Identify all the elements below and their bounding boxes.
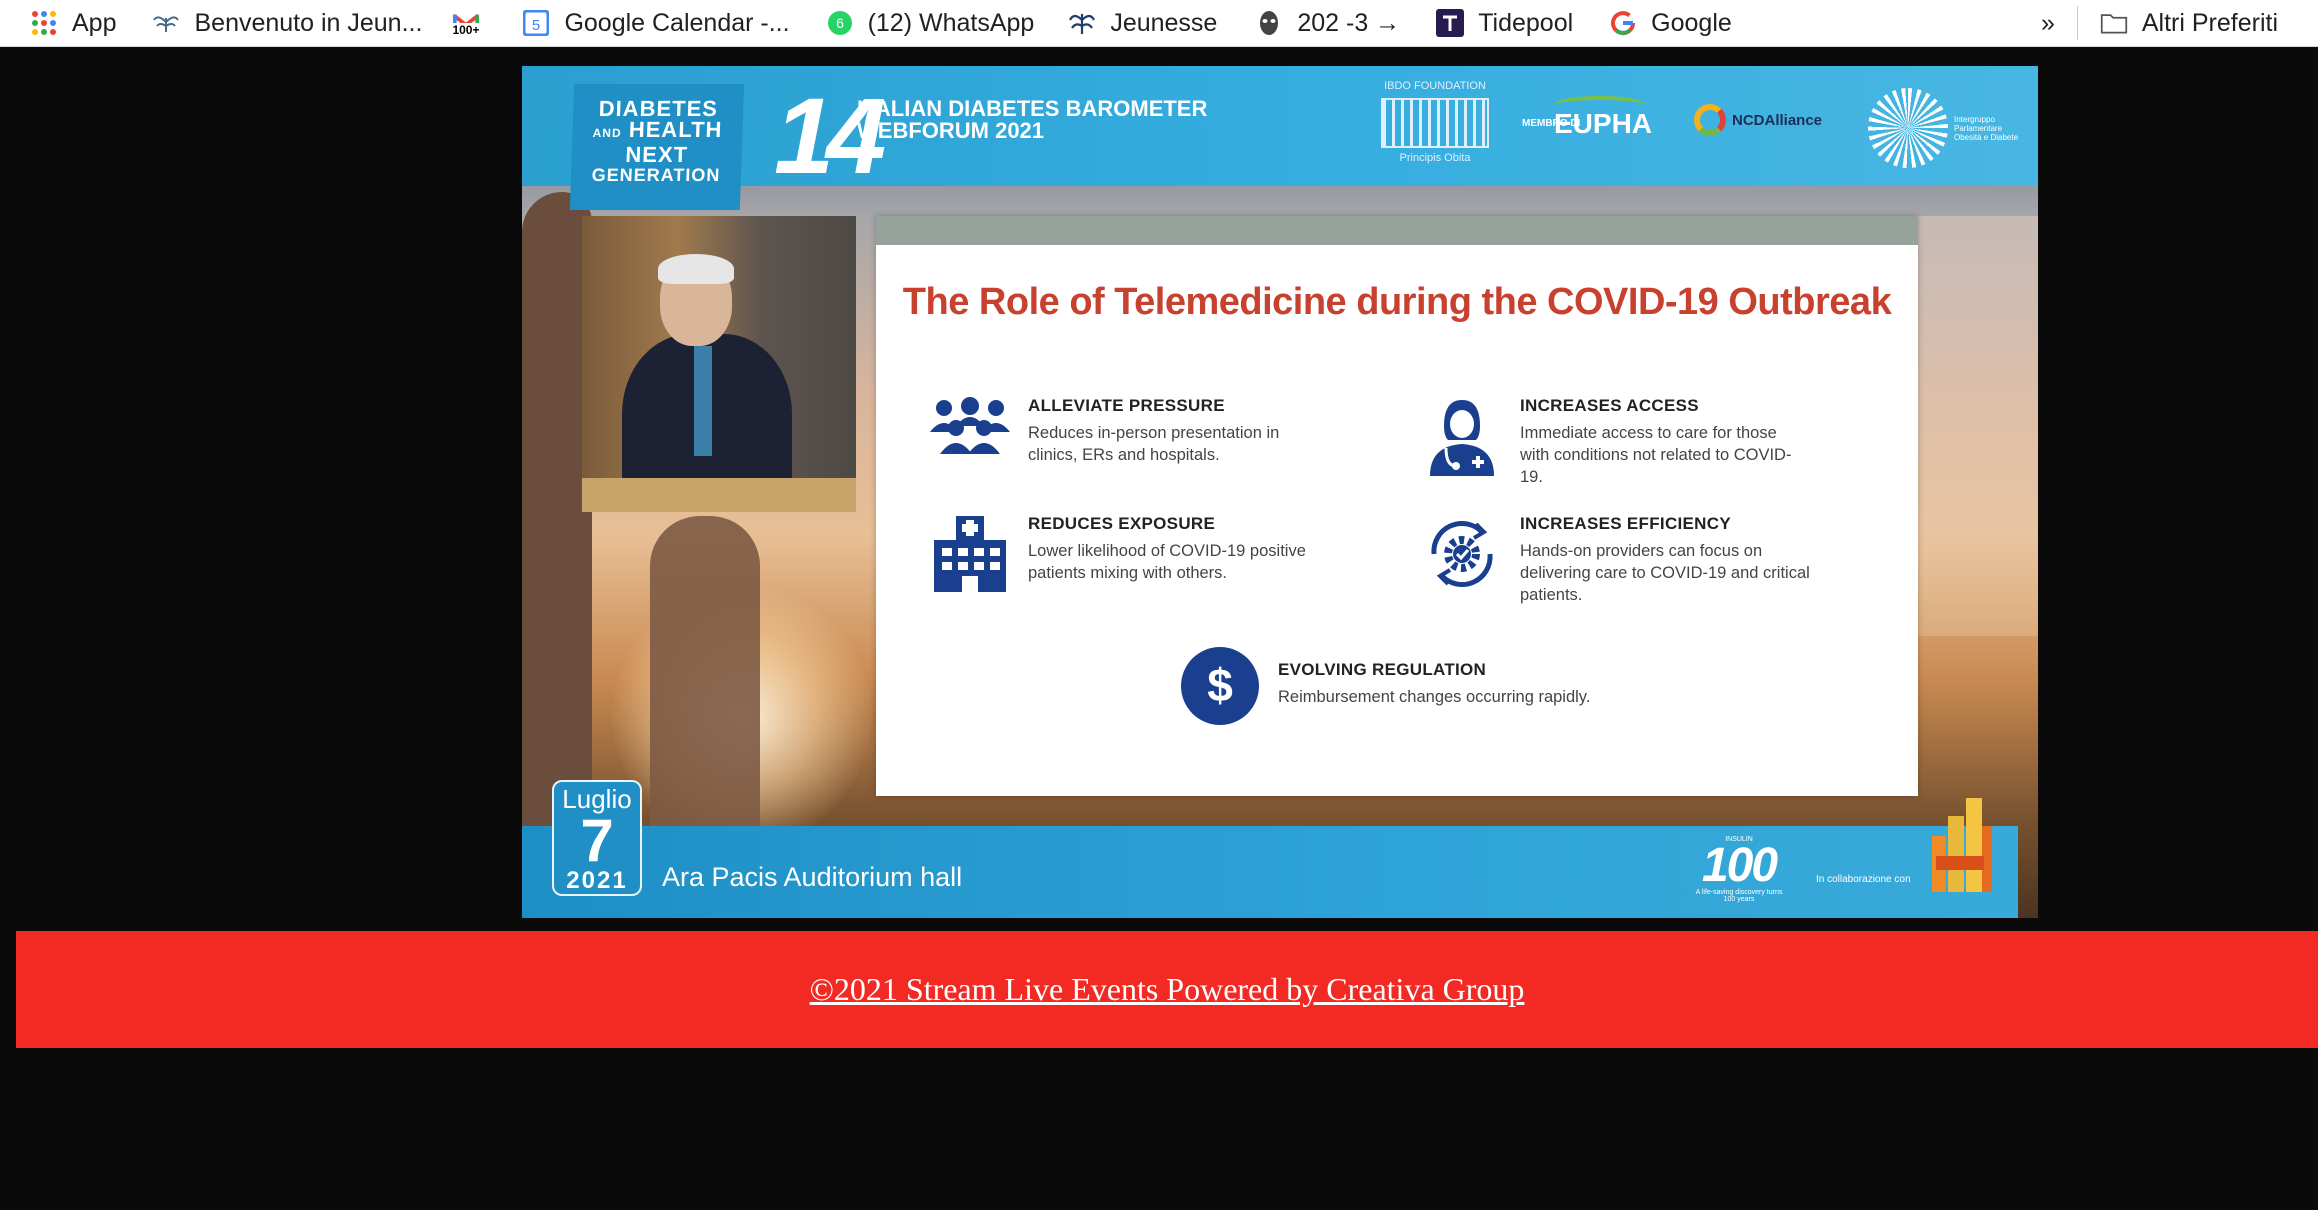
bookmark-label: Tidepool [1478,8,1574,37]
svg-text:$: $ [1207,659,1233,711]
logo-line: GENERATION [591,165,721,185]
creativa-group-link[interactable]: ©2021 Stream Live Events Powered by Crea… [810,971,1525,1008]
item-heading: ALLEVIATE PRESSURE [1028,396,1225,415]
jeunesse-icon [152,9,180,37]
bookmark-label: Google [1651,8,1732,37]
folder-icon [2100,9,2128,37]
insulin-100-logo: INSULIN 100 A life-saving discovery turn… [1694,836,1784,903]
google-icon [1609,9,1637,37]
bookmark-google-calendar[interactable]: 5 Google Calendar -... [522,0,790,47]
dollar-icon: $ [1176,646,1264,726]
item-heading: INCREASES EFFICIENCY [1520,514,1731,533]
item-description: Hands-on providers can focus on deliveri… [1520,542,1810,604]
item-description: Reimbursement changes occurring rapidly. [1278,688,1591,706]
doctor-icon [1418,396,1506,476]
intergruppo-logo: Intergruppo Parlamentare Obesità e Diabe… [1868,88,2028,168]
slide-item-increases-efficiency: INCREASES EFFICIENCY Hands-on providers … [1418,514,1810,606]
bookmark-label: (12) WhatsApp [867,8,1035,37]
slide-item-reduces-exposure: REDUCES EXPOSURE Lower likelihood of COV… [926,514,1318,594]
jeunesse-icon [1068,9,1096,37]
logo-line: NEXT [624,142,689,167]
slide-item-alleviate-pressure: ALLEVIATE PRESSURE Reduces in-person pre… [926,396,1318,476]
item-description: Immediate access to care for those with … [1520,424,1792,486]
building-icon [1381,98,1489,148]
slide-header-bar [876,216,1918,245]
event-location: Ara Pacis Auditorium hall [662,862,963,892]
efficiency-gear-icon [1418,514,1506,594]
bookmark-label: Altri Preferiti [2141,8,2278,37]
footer-bar: ©2021 Stream Live Events Powered by Crea… [16,931,2318,1048]
slide-item-evolving-regulation: $ EVOLVING REGULATION Reimbursement chan… [1176,646,1638,726]
bookmark-jeunesse[interactable]: Jeunesse [1068,0,1217,47]
bookmark-label: Google Calendar -... [564,8,790,37]
bookmark-google[interactable]: Google [1609,0,1732,47]
ncd-alliance-logo: NCDAlliance [1694,104,1822,136]
apps-grid-icon [30,9,58,37]
mask-icon [1255,9,1283,37]
logo-line-small: AND [592,126,622,140]
amd-castle-logo [1928,796,1992,892]
slide-title: The Role of Telemedicine during the COVI… [902,281,1892,323]
collaboration-label: In collaborazione con [1816,874,1911,885]
intergruppo-fan-icon [1868,88,1948,168]
eupha-logo: EUPHA [1554,96,1652,140]
bookmark-label: Benvenuto in Jeun... [194,8,423,37]
insulin-number: 100 [1701,839,1778,892]
intergruppo-text: Intergruppo Parlamentare Obesità e Diabe… [1954,114,2019,142]
bookmarks-divider [2076,6,2078,40]
item-heading: REDUCES EXPOSURE [1028,514,1216,533]
item-heading: INCREASES ACCESS [1520,396,1699,415]
forum-title-line: ITALIAN DIABETES BAROMETER [857,96,1208,121]
gmail-badge: 100+ [452,23,480,37]
people-group-icon [926,396,1014,476]
bookmark-gmail[interactable]: 100+ [452,0,494,47]
whatsapp-badge: 6 [836,15,844,31]
item-description: Lower likelihood of COVID-19 positive pa… [1028,542,1306,582]
date-day: 7 [580,807,614,874]
speaker-tie [694,346,712,456]
gmail-icon: 100+ [452,9,480,37]
item-description: Reduces in-person presentation in clinic… [1028,424,1280,464]
hospital-icon [926,514,1014,594]
podium [582,478,856,512]
speaker-camera-feed [582,216,856,512]
ibdo-title: IBDO FOUNDATION [1384,80,1486,92]
bookmark-label: 202 -3 → [1297,8,1401,37]
bookmarks-bar: App Benvenuto in Jeun... 100+ 5 Google C… [0,0,2318,47]
item-heading: EVOLVING REGULATION [1278,660,1487,679]
date-year: 2021 [566,867,628,894]
speaker-hair [658,254,734,284]
ncd-ring-icon [1694,104,1726,136]
presentation-slide: The Role of Telemedicine during the COVI… [876,216,1918,796]
slide-item-increases-access: INCREASES ACCESS Immediate access to car… [1418,396,1810,488]
whatsapp-icon: 6 [826,9,854,37]
tidepool-icon [1436,9,1465,37]
bookmarks-overflow-button[interactable]: » [2041,0,2055,47]
bookmark-app[interactable]: App [30,0,116,47]
logo-line: HEALTH [628,117,723,142]
bookmark-202[interactable]: 202 -3 → [1255,0,1400,47]
forum-title: ITALIAN DIABETES BAROMETER WEBFORUM 2021 [857,98,1207,142]
bookmark-tidepool[interactable]: Tidepool [1436,0,1573,47]
video-player[interactable]: DIABETES AND HEALTH NEXT GENERATION 14 I… [522,66,2038,918]
calendar-badge: 5 [532,17,540,34]
forum-title-line: WEBFORUM 2021 [857,118,1045,143]
logo-line: DIABETES [598,96,719,121]
event-date-badge: Luglio 7 2021 [552,780,642,896]
ncd-text: NCDAlliance [1732,111,1823,129]
google-calendar-icon: 5 [522,9,550,37]
ibdo-foundation-logo: IBDO FOUNDATION Principis Obita [1360,80,1510,180]
bookmark-other-bookmarks[interactable]: Altri Preferiti [2100,0,2278,47]
eupha-arc-icon [1554,96,1646,114]
bookmark-label: Jeunesse [1110,8,1218,37]
bookmark-label: App [72,8,117,37]
chevron-double-right-icon: » [2040,8,2055,37]
bookmark-whatsapp[interactable]: 6 (12) WhatsApp [826,0,1035,47]
insulin-tagline: A life-saving discovery turns 100 years [1695,889,1783,903]
diabetes-next-generation-logo: DIABETES AND HEALTH NEXT GENERATION [569,84,745,210]
ibdo-subtitle: Principis Obita [1399,152,1471,164]
bookmark-benvenuto-jeunesse[interactable]: Benvenuto in Jeun... [152,0,422,47]
